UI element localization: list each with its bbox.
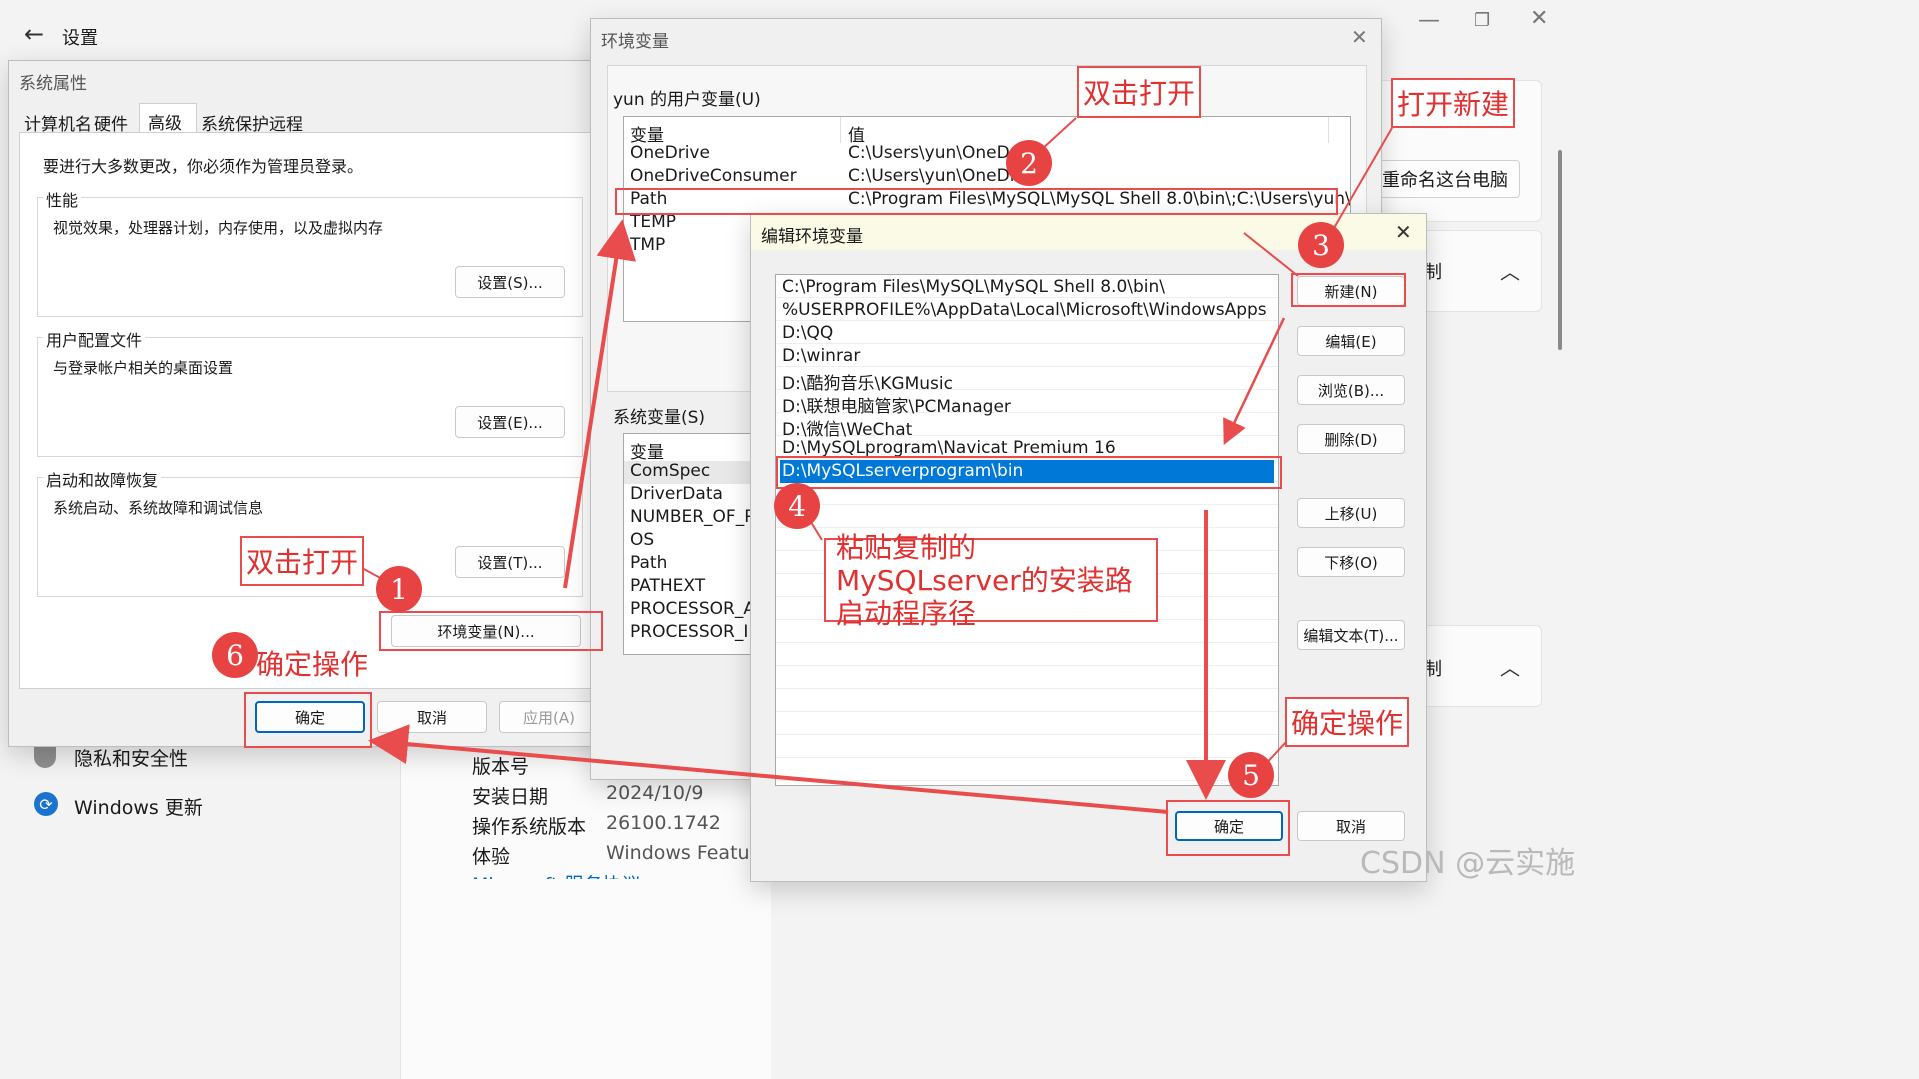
highlight-env-button	[379, 611, 603, 651]
step-1-badge: 1	[376, 566, 422, 612]
arrow-3-down	[1223, 317, 1286, 446]
callout-double-click-2: 双击打开	[1077, 66, 1201, 118]
csdn-watermark: CSDN @云实施	[1360, 846, 1576, 881]
step-5-badge: 5	[1228, 752, 1274, 798]
step-6-badge: 6	[212, 632, 258, 678]
highlight-ok-button	[244, 692, 372, 748]
highlight-edit-ok	[1166, 800, 1290, 856]
arrow-6	[368, 724, 1169, 814]
leader-3	[1333, 127, 1393, 229]
step-3-badge: 3	[1298, 222, 1344, 268]
highlight-path-row	[615, 188, 1338, 215]
step-2-badge: 2	[1006, 140, 1052, 186]
arrow-1	[563, 219, 637, 589]
step-4-badge: 4	[774, 483, 820, 529]
highlight-new-button	[1291, 273, 1406, 307]
callout-paste-path: 粘贴复制的MySQLserver的安装路启动程序径	[824, 531, 1158, 630]
callout-double-click-1: 双击打开	[240, 536, 364, 586]
callout-paste-text: 粘贴复制的MySQLserver的安装路启动程序径	[836, 530, 1133, 630]
callout-confirm-5: 确定操作	[1285, 697, 1409, 747]
arrow-3-in	[1243, 232, 1299, 277]
label-confirm-6: 确定操作	[256, 648, 369, 681]
highlight-selected-path	[776, 456, 1282, 489]
callout-open-new: 打开新建	[1391, 78, 1515, 128]
